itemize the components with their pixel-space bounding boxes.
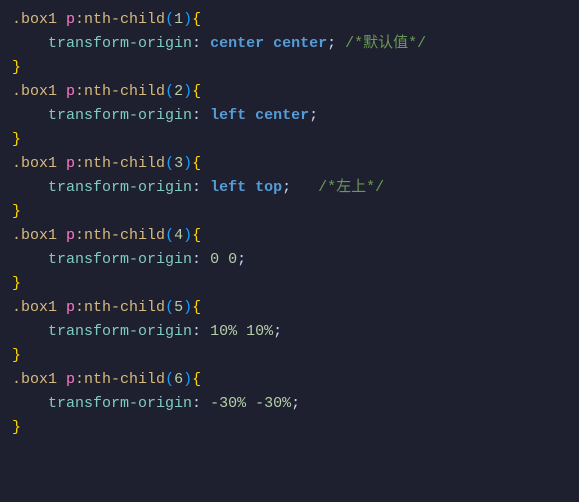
declaration-line: transform-origin: -30% -30%;	[12, 392, 567, 416]
pseudo-selector: :nth-child	[75, 371, 165, 388]
declaration-line: transform-origin: 10% 10%;	[12, 320, 567, 344]
class-selector: .box1	[12, 83, 57, 100]
selector-line: .box1 p:nth-child(3){	[12, 152, 567, 176]
css-value: left	[210, 107, 246, 124]
css-property: transform-origin	[48, 323, 192, 340]
paren-open: (	[165, 299, 174, 316]
pseudo-arg: 4	[174, 227, 183, 244]
paren-close: )	[183, 371, 192, 388]
css-value: 10%	[246, 323, 273, 340]
paren-close: )	[183, 83, 192, 100]
brace-close-line: }	[12, 128, 567, 152]
css-value: center	[273, 35, 327, 52]
class-selector: .box1	[12, 371, 57, 388]
pseudo-arg: 2	[174, 83, 183, 100]
brace-close: }	[12, 59, 21, 76]
pseudo-arg: 5	[174, 299, 183, 316]
paren-open: (	[165, 371, 174, 388]
css-property: transform-origin	[48, 107, 192, 124]
tag-selector: p	[66, 155, 75, 172]
brace-open: {	[192, 11, 201, 28]
selector-line: .box1 p:nth-child(4){	[12, 224, 567, 248]
pseudo-selector: :nth-child	[75, 299, 165, 316]
code-block: .box1 p:nth-child(1){ transform-origin: …	[12, 8, 567, 440]
brace-close: }	[12, 203, 21, 220]
comment: /*左上*/	[318, 179, 384, 196]
declaration-line: transform-origin: 0 0;	[12, 248, 567, 272]
css-value: center	[255, 107, 309, 124]
pseudo-selector: :nth-child	[75, 227, 165, 244]
css-property: transform-origin	[48, 395, 192, 412]
css-value: 10%	[210, 323, 237, 340]
css-property: transform-origin	[48, 251, 192, 268]
paren-open: (	[165, 227, 174, 244]
brace-close: }	[12, 275, 21, 292]
css-value: top	[255, 179, 282, 196]
class-selector: .box1	[12, 11, 57, 28]
paren-close: )	[183, 11, 192, 28]
paren-close: )	[183, 155, 192, 172]
brace-open: {	[192, 371, 201, 388]
brace-close-line: }	[12, 56, 567, 80]
selector-line: .box1 p:nth-child(6){	[12, 368, 567, 392]
pseudo-selector: :nth-child	[75, 83, 165, 100]
brace-close-line: }	[12, 416, 567, 440]
pseudo-selector: :nth-child	[75, 155, 165, 172]
brace-close-line: }	[12, 272, 567, 296]
selector-line: .box1 p:nth-child(1){	[12, 8, 567, 32]
class-selector: .box1	[12, 155, 57, 172]
tag-selector: p	[66, 227, 75, 244]
paren-close: )	[183, 227, 192, 244]
css-value: -30%	[255, 395, 291, 412]
brace-close: }	[12, 131, 21, 148]
class-selector: .box1	[12, 227, 57, 244]
brace-open: {	[192, 83, 201, 100]
selector-line: .box1 p:nth-child(5){	[12, 296, 567, 320]
pseudo-arg: 6	[174, 371, 183, 388]
paren-close: )	[183, 299, 192, 316]
tag-selector: p	[66, 371, 75, 388]
css-value: 0	[228, 251, 237, 268]
brace-close-line: }	[12, 344, 567, 368]
brace-close: }	[12, 347, 21, 364]
pseudo-arg: 1	[174, 11, 183, 28]
pseudo-selector: :nth-child	[75, 11, 165, 28]
pseudo-arg: 3	[174, 155, 183, 172]
tag-selector: p	[66, 299, 75, 316]
brace-close-line: }	[12, 200, 567, 224]
css-value: -30%	[210, 395, 246, 412]
brace-open: {	[192, 299, 201, 316]
paren-open: (	[165, 11, 174, 28]
css-property: transform-origin	[48, 35, 192, 52]
css-value: 0	[210, 251, 219, 268]
tag-selector: p	[66, 11, 75, 28]
declaration-line: transform-origin: left top; /*左上*/	[12, 176, 567, 200]
selector-line: .box1 p:nth-child(2){	[12, 80, 567, 104]
tag-selector: p	[66, 83, 75, 100]
paren-open: (	[165, 83, 174, 100]
css-value: center	[210, 35, 264, 52]
comment: /*默认值*/	[345, 35, 426, 52]
brace-open: {	[192, 227, 201, 244]
paren-open: (	[165, 155, 174, 172]
declaration-line: transform-origin: left center;	[12, 104, 567, 128]
css-property: transform-origin	[48, 179, 192, 196]
declaration-line: transform-origin: center center; /*默认值*/	[12, 32, 567, 56]
class-selector: .box1	[12, 299, 57, 316]
brace-close: }	[12, 419, 21, 436]
brace-open: {	[192, 155, 201, 172]
css-value: left	[210, 179, 246, 196]
